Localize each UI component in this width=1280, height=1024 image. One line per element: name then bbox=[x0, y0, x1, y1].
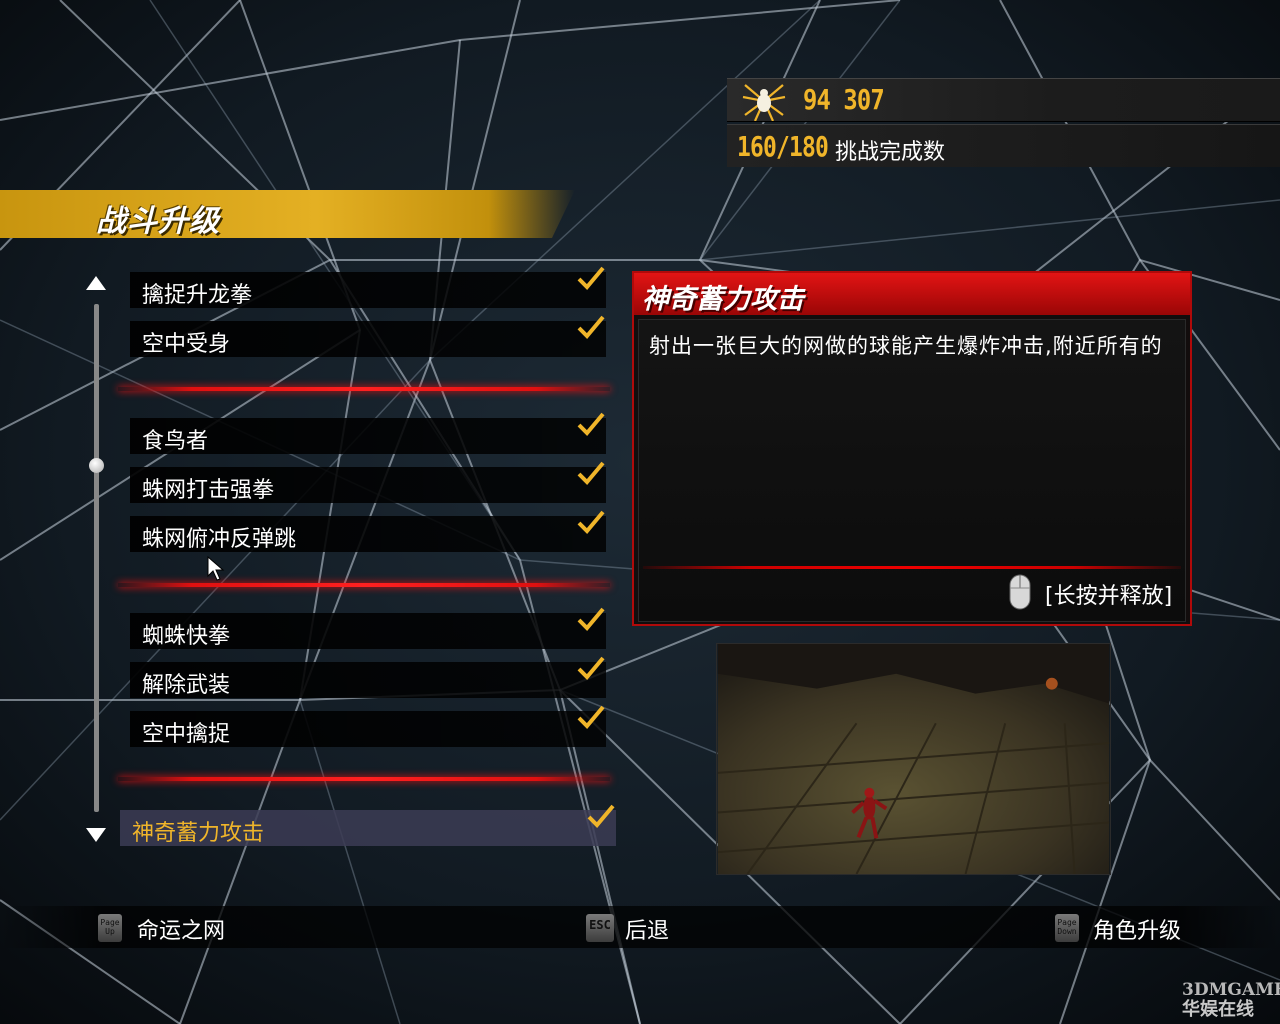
spider-icon bbox=[742, 84, 786, 121]
upgrade-label: 解除武装 bbox=[142, 673, 231, 698]
upgrade-label: 空中擒捉 bbox=[142, 722, 231, 747]
back-button[interactable]: 后退 bbox=[625, 913, 669, 945]
preview-video bbox=[716, 643, 1111, 875]
scrollbar-track[interactable] bbox=[94, 304, 99, 812]
detail-header: 神奇蓄力攻击 bbox=[634, 273, 1190, 315]
checkmark-icon bbox=[587, 804, 615, 828]
group-divider bbox=[118, 583, 610, 587]
detail-divider bbox=[643, 566, 1181, 569]
points-panel: 94 307 bbox=[727, 78, 1280, 122]
checkmark-icon bbox=[577, 412, 605, 436]
upgrade-label: 食鸟者 bbox=[142, 429, 209, 454]
section-title: 战斗升级 bbox=[96, 204, 220, 239]
checkmark-icon bbox=[577, 705, 605, 729]
upgrade-label: 空中受身 bbox=[142, 332, 231, 357]
checkmark-icon bbox=[577, 461, 605, 485]
page-up-key-icon: Page Up bbox=[98, 914, 122, 942]
mouse-icon bbox=[1009, 574, 1031, 610]
checkmark-icon bbox=[577, 607, 605, 631]
upgrade-item[interactable]: 蛛网俯冲反弹跳 bbox=[130, 510, 606, 552]
esc-key-icon: ESC bbox=[586, 914, 614, 942]
upgrade-label: 蜘蛛快拳 bbox=[142, 624, 231, 649]
upgrade-item-selected[interactable]: 神奇蓄力攻击 bbox=[120, 804, 616, 846]
mouse-cursor-icon bbox=[207, 556, 225, 581]
watermark-line1: 3DMGAME bbox=[1182, 980, 1280, 1000]
section-header: 战斗升级 bbox=[0, 190, 575, 238]
control-hint: [长按并释放] bbox=[1045, 584, 1173, 609]
upgrade-item[interactable]: 空中擒捉 bbox=[130, 705, 606, 747]
upgrade-item[interactable]: 蛛网打击强拳 bbox=[130, 461, 606, 503]
watermark: 3DMGAME 华娱在线 bbox=[1182, 980, 1280, 1020]
upgrade-label: 擒捉升龙拳 bbox=[142, 283, 253, 308]
checkmark-icon bbox=[577, 510, 605, 534]
scrollbar-thumb[interactable] bbox=[89, 458, 104, 473]
upgrade-item[interactable]: 食鸟者 bbox=[130, 412, 606, 454]
scroll-up-arrow-icon[interactable] bbox=[86, 276, 106, 290]
group-divider bbox=[118, 777, 610, 781]
upgrade-label: 蛛网打击强拳 bbox=[142, 478, 275, 503]
detail-title: 神奇蓄力攻击 bbox=[642, 284, 804, 315]
challenges-label: 挑战完成数 bbox=[835, 140, 946, 165]
upgrade-item[interactable]: 蜘蛛快拳 bbox=[130, 607, 606, 649]
checkmark-icon bbox=[577, 266, 605, 290]
scroll-down-arrow-icon[interactable] bbox=[86, 828, 106, 842]
page-down-key-icon: Page Down bbox=[1055, 914, 1079, 942]
challenges-panel: 160/180 挑战完成数 bbox=[727, 124, 1280, 167]
character-upgrade-button[interactable]: 角色升级 bbox=[1093, 913, 1181, 945]
group-divider bbox=[118, 387, 610, 391]
checkmark-icon bbox=[577, 315, 605, 339]
upgrade-item[interactable]: 擒捉升龙拳 bbox=[130, 266, 606, 308]
detail-panel: 神奇蓄力攻击 射出一张巨大的网做的球能产生爆炸冲击,附近所有的 [长按并释放] bbox=[632, 271, 1192, 626]
upgrade-label: 蛛网俯冲反弹跳 bbox=[142, 527, 297, 552]
challenges-count: 160/180 bbox=[737, 130, 829, 163]
detail-body: 射出一张巨大的网做的球能产生爆炸冲击,附近所有的 [长按并释放] bbox=[638, 319, 1186, 622]
checkmark-icon bbox=[577, 656, 605, 680]
fate-web-button[interactable]: 命运之网 bbox=[137, 913, 225, 945]
detail-description: 射出一张巨大的网做的球能产生爆炸冲击,附近所有的 bbox=[649, 334, 1163, 358]
upgrade-item[interactable]: 空中受身 bbox=[130, 315, 606, 357]
points-value: 94 307 bbox=[803, 83, 885, 116]
watermark-line2: 华娱在线 bbox=[1182, 999, 1254, 1020]
upgrade-item[interactable]: 解除武装 bbox=[130, 656, 606, 698]
upgrade-label: 神奇蓄力攻击 bbox=[132, 821, 265, 846]
